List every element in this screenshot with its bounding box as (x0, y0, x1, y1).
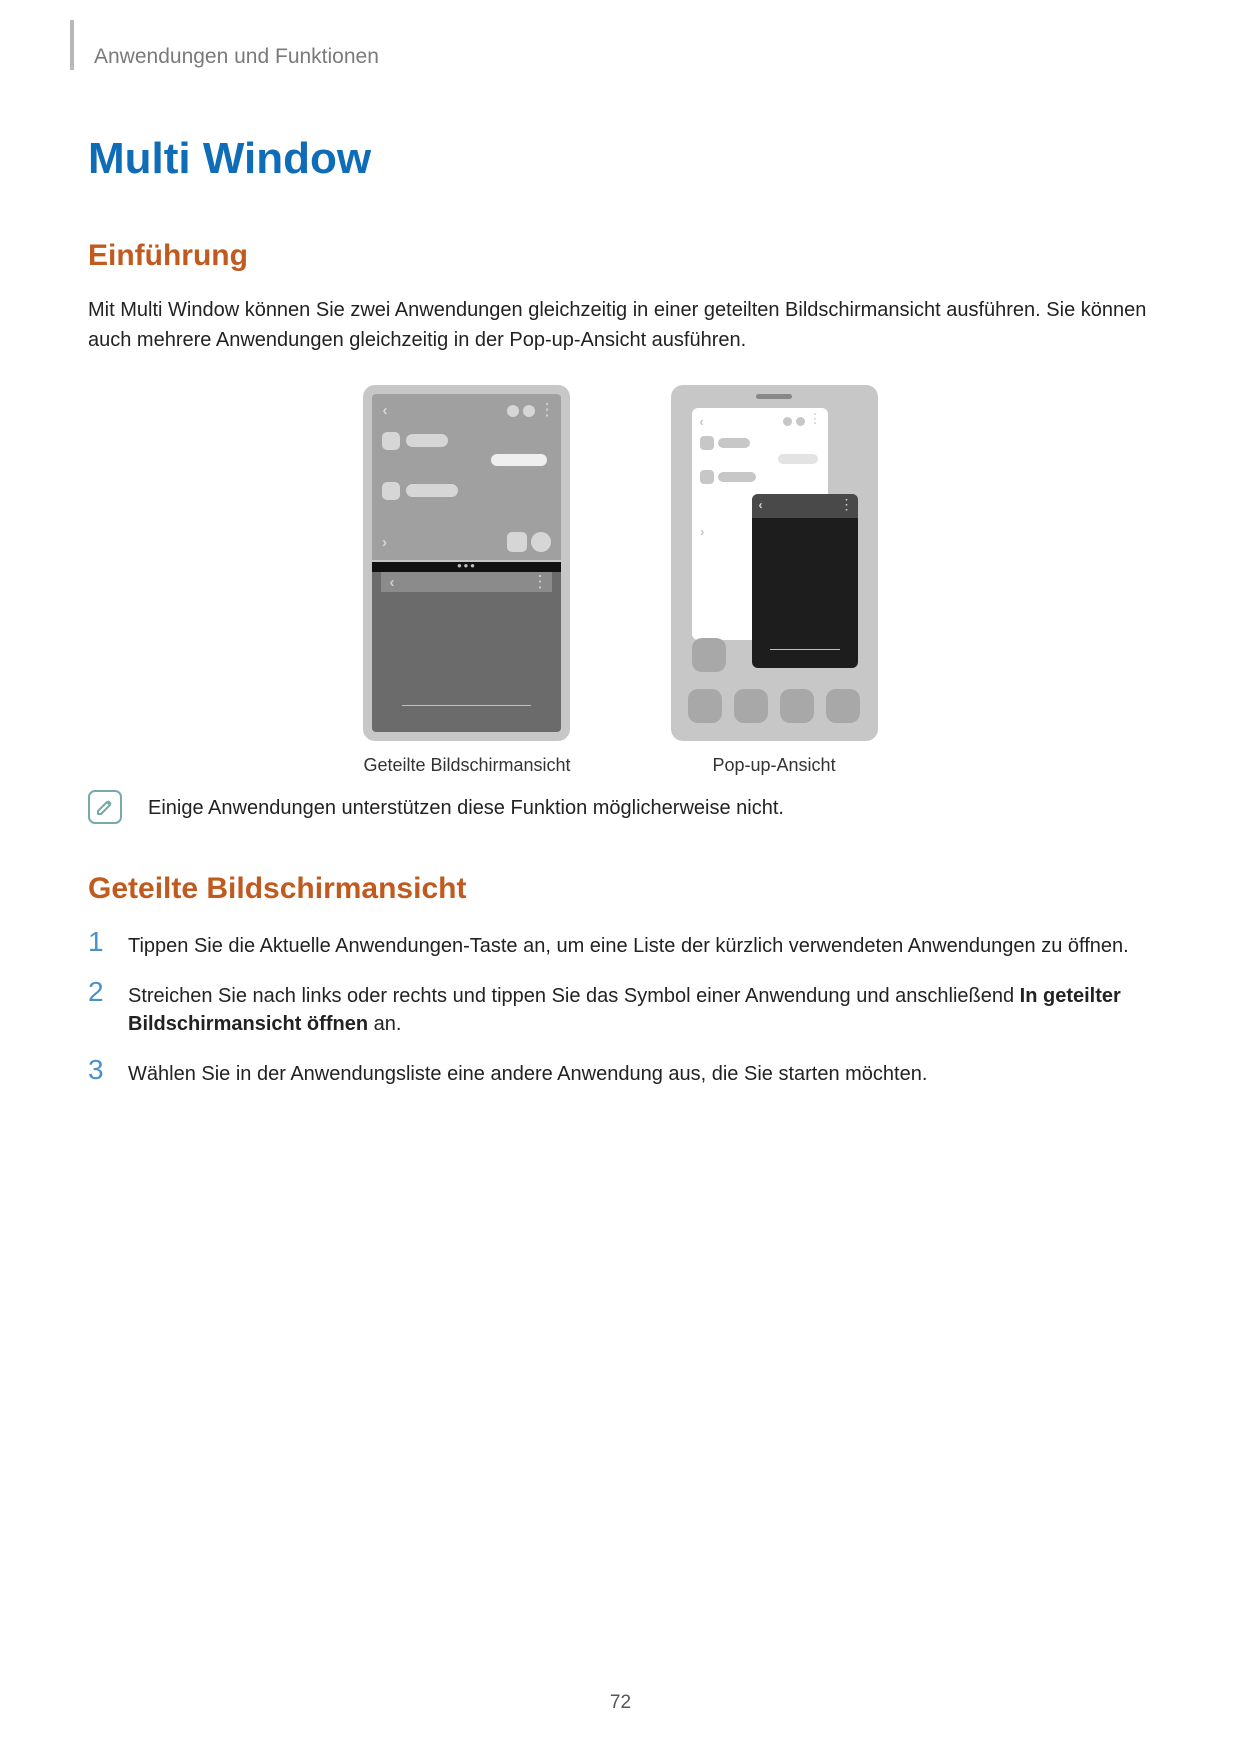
placeholder-line (718, 472, 756, 482)
chevron-left-icon: ‹ (382, 402, 387, 419)
phone-mockup-split: ‹ ⋮ ‹ ‹ ⋮ (363, 385, 570, 741)
placeholder-icon (700, 436, 714, 450)
placeholder-icon (507, 532, 527, 552)
home-app-icon (692, 638, 726, 672)
dock-app-icon (688, 689, 722, 723)
step-number: 3 (88, 1056, 112, 1088)
placeholder-line (406, 484, 458, 497)
dock-app-icon (780, 689, 814, 723)
figure-caption: Pop-up-Ansicht (671, 755, 878, 776)
status-dot-icon (783, 417, 792, 426)
placeholder-line (406, 434, 448, 447)
popup-titlebar: ‹ ⋮ (752, 494, 858, 518)
popup-window: ‹ ⋮ (752, 494, 858, 668)
steps-list: 1 Tippen Sie die Aktuelle Anwendungen-Ta… (88, 928, 1153, 1088)
phone-notch (756, 394, 792, 399)
note-text: Einige Anwendungen unterstützen diese Fu… (148, 794, 784, 820)
step-text: Wählen Sie in der Anwendungsliste eine a… (128, 1056, 927, 1088)
placeholder-line (402, 705, 531, 706)
step-text: Streichen Sie nach links oder rechts und… (128, 978, 1153, 1038)
placeholder-line (770, 649, 840, 650)
pencil-note-icon (95, 797, 115, 817)
dock-app-icon (826, 689, 860, 723)
placeholder-line (718, 438, 750, 448)
placeholder-icon (531, 532, 551, 552)
phone-dock (680, 680, 869, 732)
chevron-left-icon: ‹ (700, 414, 704, 429)
chevron-right-icon: ‹ (382, 534, 387, 551)
step-item: 2 Streichen Sie nach links oder rechts u… (88, 978, 1153, 1038)
placeholder-icon (382, 482, 400, 500)
chevron-left-icon: ‹ (389, 574, 394, 591)
status-dot-icon (796, 417, 805, 426)
more-vertical-icon: ⋮ (531, 572, 546, 592)
figures-row: ‹ ⋮ ‹ ‹ ⋮ (88, 385, 1153, 776)
split-top-app: ‹ ⋮ ‹ (372, 394, 561, 560)
header-rule (70, 20, 74, 70)
chevron-left-icon: ‹ (759, 498, 763, 512)
note-icon (88, 790, 122, 824)
page-content: Anwendungen und Funktionen Multi Window … (0, 0, 1241, 1146)
status-dot-icon (523, 405, 535, 417)
figure-caption: Geteilte Bildschirmansicht (363, 755, 570, 776)
step-text: Tippen Sie die Aktuelle Anwendungen-Tast… (128, 928, 1129, 960)
chevron-right-icon: ‹ (700, 524, 704, 539)
step-text-segment: an. (368, 1013, 401, 1035)
placeholder-icon (382, 432, 400, 450)
figure-popup: ‹ ⋮ ‹ ‹ ⋮ (671, 385, 878, 776)
page-number: 72 (610, 1692, 631, 1714)
page-title: Multi Window (88, 134, 1153, 184)
placeholder-line (491, 454, 547, 466)
note-callout: Einige Anwendungen unterstützen diese Fu… (88, 794, 1153, 824)
split-divider-handle (372, 562, 561, 572)
split-bottom-app: ‹ ⋮ (372, 572, 561, 732)
step-number: 1 (88, 928, 112, 960)
step-item: 3 Wählen Sie in der Anwendungsliste eine… (88, 1056, 1153, 1088)
more-vertical-icon: ⋮ (840, 496, 852, 513)
section-intro-heading: Einführung (88, 239, 1153, 273)
popup-phone-inner: ‹ ⋮ ‹ ‹ ⋮ (680, 394, 869, 732)
more-vertical-icon: ⋮ (809, 411, 822, 427)
step-item: 1 Tippen Sie die Aktuelle Anwendungen-Ta… (88, 928, 1153, 960)
status-dot-icon (507, 405, 519, 417)
phone-mockup-popup: ‹ ⋮ ‹ ‹ ⋮ (671, 385, 878, 741)
dock-app-icon (734, 689, 768, 723)
more-vertical-icon: ⋮ (538, 400, 553, 420)
intro-paragraph: Mit Multi Window können Sie zwei Anwendu… (88, 295, 1153, 355)
figure-split-screen: ‹ ⋮ ‹ ‹ ⋮ (363, 385, 570, 776)
bottom-app-toolbar: ‹ ⋮ (381, 572, 552, 592)
placeholder-line (778, 454, 818, 464)
breadcrumb: Anwendungen und Funktionen (94, 45, 1153, 69)
section-split-heading: Geteilte Bildschirmansicht (88, 872, 1153, 906)
placeholder-icon (700, 470, 714, 484)
step-number: 2 (88, 978, 112, 1038)
step-text-segment: Streichen Sie nach links oder rechts und… (128, 985, 1020, 1007)
